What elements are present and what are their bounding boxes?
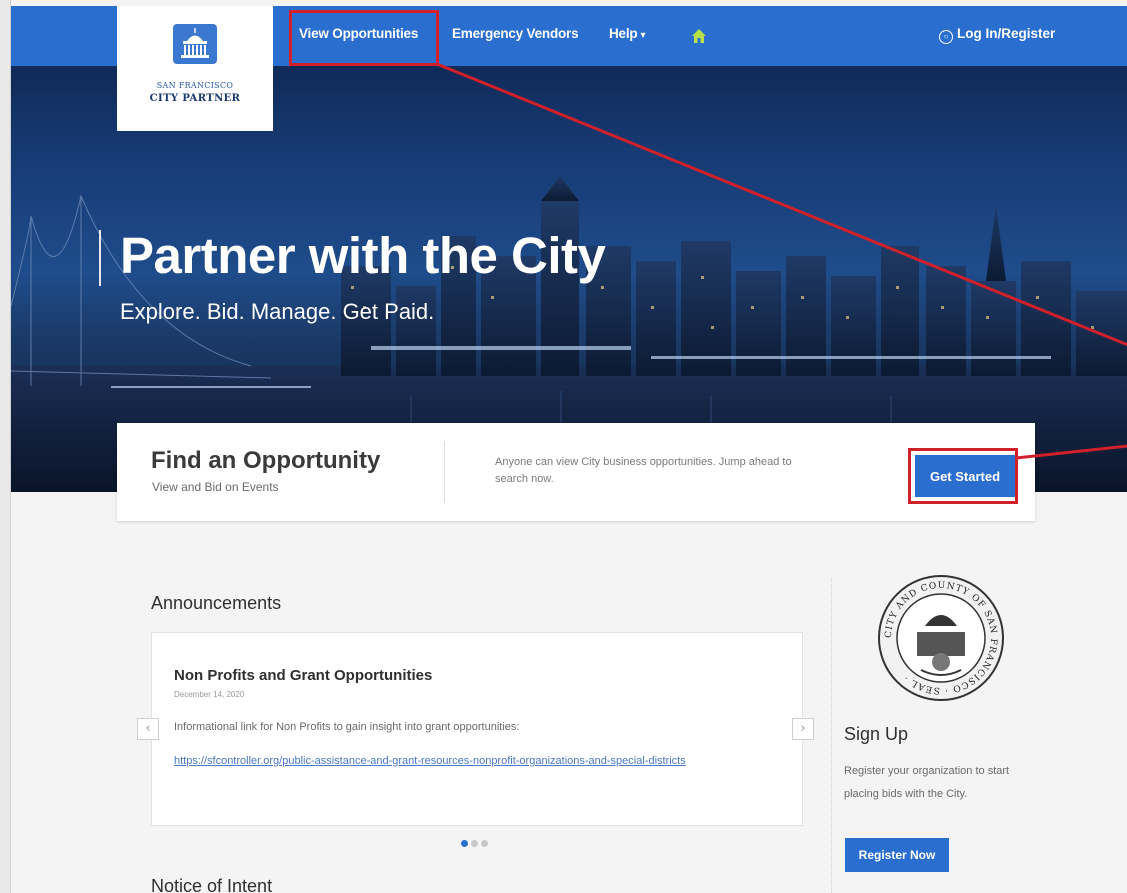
page-frame: View Opportunities Emergency Vendors Hel… [10,0,1127,893]
annotation-arrows [436,62,1127,460]
